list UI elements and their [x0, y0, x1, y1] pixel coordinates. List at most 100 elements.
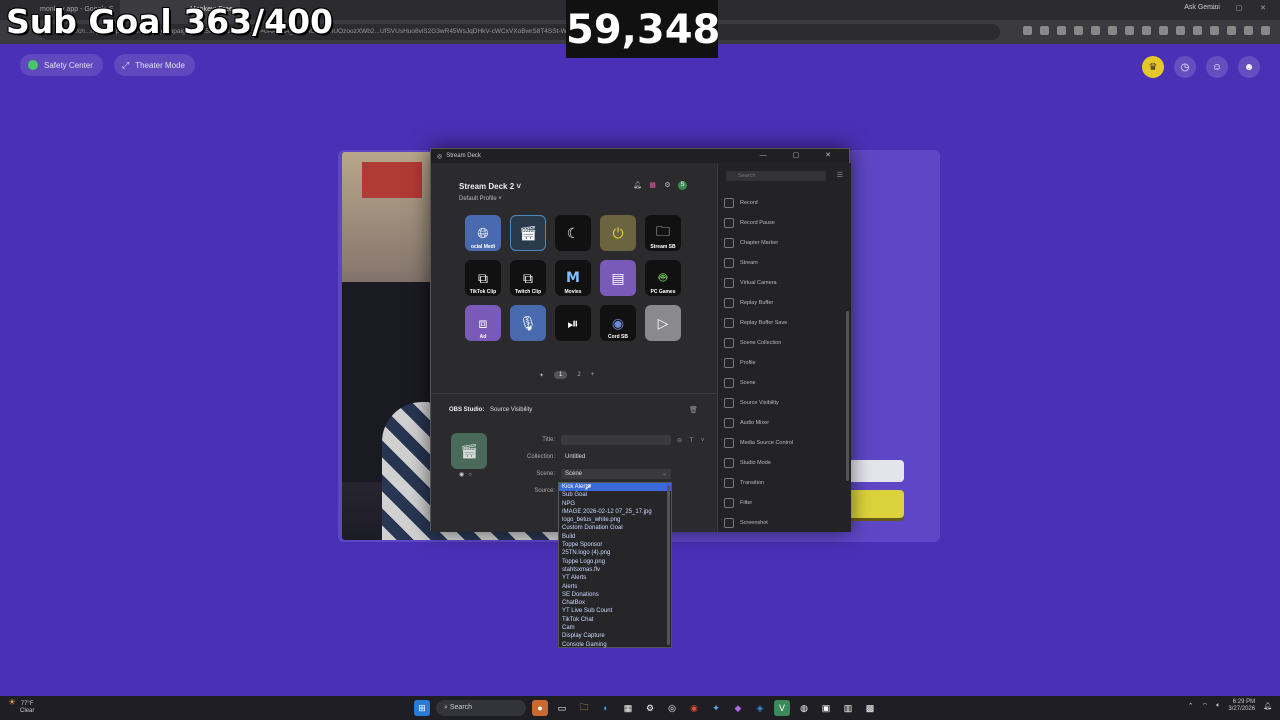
key-cord-sb[interactable]: ◉ Cord SB [600, 305, 636, 341]
dropdown-option[interactable]: Cam [559, 624, 671, 632]
edge-icon[interactable]: ◐ [598, 700, 614, 716]
title-input[interactable] [561, 435, 671, 445]
taskbar-search[interactable]: ⌕ Search [436, 700, 526, 716]
key-mic[interactable]: 🎙︎ [510, 305, 546, 341]
network-icon[interactable]: ⌔ [1202, 702, 1209, 711]
dropdown-option[interactable]: YT Alerts [559, 574, 671, 582]
theater-mode-button[interactable]: ⤢ Theater Mode [114, 54, 196, 76]
extension-icon[interactable] [1176, 26, 1185, 35]
key-pc-games[interactable]: 🤖︎ PC Games [645, 260, 681, 296]
chat-icon[interactable]: ☺ [1206, 56, 1228, 78]
dropdown-option[interactable]: ChatBox [559, 599, 671, 607]
key-film-add[interactable]: ▤ [600, 260, 636, 296]
dropdown-option-selected[interactable]: Kick Alerts [559, 483, 671, 492]
state-toggle[interactable]: ◉○ [459, 471, 476, 478]
key-next[interactable]: ▷ [645, 305, 681, 341]
dropdown-option[interactable]: Toppe Sponsor [559, 541, 671, 549]
action-item-scene[interactable]: Scene [724, 373, 844, 393]
dropdown-option[interactable]: YT Live Sub Count [559, 607, 671, 615]
action-item-source-visibility[interactable]: Source Visibility [724, 393, 844, 413]
app-icon[interactable]: ▥ [840, 700, 856, 716]
dropdown-option[interactable]: Console Gaming [559, 641, 671, 649]
app-icon[interactable]: ▣ [818, 700, 834, 716]
dropdown-option[interactable]: Sub Goal [559, 491, 671, 499]
key-stream-sb[interactable]: 🗀 Stream SB [645, 215, 681, 251]
action-item-replay-buffer[interactable]: Replay Buffer [724, 293, 844, 313]
notification-icon[interactable]: 🔔︎ [1263, 702, 1272, 710]
pin-icon[interactable]: ✦ [539, 372, 544, 379]
dropdown-option[interactable]: stahtsxmas.flv [559, 566, 671, 574]
bell-icon[interactable]: 🔔︎ [633, 181, 642, 190]
key-twitch-clip[interactable]: ⧉ Twitch Clip [510, 260, 546, 296]
action-item-media-source-control[interactable]: Media Source Control [724, 433, 844, 453]
action-item-replay-buffer-save[interactable]: Replay Buffer Save [724, 313, 844, 333]
clock[interactable]: 6:29 PM 3/27/2026 [1228, 699, 1255, 713]
volume-icon[interactable]: 🔈︎ [1216, 702, 1220, 710]
dropdown-option[interactable]: Toppe Logo.png [559, 558, 671, 566]
extension-icon[interactable] [1227, 26, 1236, 35]
key-tiktok-clip[interactable]: ⧉ TikTok Clip [465, 260, 501, 296]
action-item-chapter-marker[interactable]: Chapter Marker [724, 233, 844, 253]
app-icon[interactable]: ● [532, 700, 548, 716]
chevron-up-icon[interactable]: ⌃ [1188, 702, 1194, 710]
windows-start-icon[interactable]: ⊞ [414, 700, 430, 716]
app-icon[interactable]: V [774, 700, 790, 716]
obs-icon[interactable]: ◍ [796, 700, 812, 716]
action-item-transition[interactable]: Transition [724, 473, 844, 493]
dropdown-option[interactable]: Custom Donation Goal [559, 524, 671, 532]
key-movies[interactable]: M Movies [555, 260, 591, 296]
action-item-screenshot[interactable]: Screenshot [724, 513, 844, 533]
action-item-record[interactable]: Record [724, 193, 844, 213]
account-avatar[interactable]: S [678, 181, 687, 190]
action-item-profile[interactable]: Profile [724, 353, 844, 373]
avatar[interactable]: ☻ [1238, 56, 1260, 78]
dropdown-option[interactable]: SE Donations [559, 591, 671, 599]
page-2[interactable]: 2 [577, 372, 580, 378]
extension-icon[interactable] [1040, 26, 1049, 35]
dropdown-option[interactable]: NPG [559, 500, 671, 508]
extension-icon[interactable] [1193, 26, 1202, 35]
action-item-stream[interactable]: Stream [724, 253, 844, 273]
action-item-virtual-camera[interactable]: Virtual Camera [724, 273, 844, 293]
stream-deck-taskbar-icon[interactable]: ▩ [862, 700, 878, 716]
action-item-audio-mixer[interactable]: Audio Mixer [724, 413, 844, 433]
gear-icon[interactable]: ⚙ [663, 181, 672, 190]
app-icon[interactable]: ◈ [752, 700, 768, 716]
trash-icon[interactable]: 🗑︎ [689, 406, 698, 414]
extension-icon[interactable] [1142, 26, 1151, 35]
app-icon[interactable]: ◆ [730, 700, 746, 716]
device-selector[interactable]: Stream Deck 2 ˅ [459, 182, 521, 191]
action-item-scene-collection[interactable]: Scene Collection [724, 333, 844, 353]
key-ad[interactable]: ⧈ Ad [465, 305, 501, 341]
title-format-controls[interactable]: ⊖ T ˅ [677, 437, 707, 444]
window-controls[interactable]: — ▢ ✕ [1211, 4, 1274, 12]
extension-icon[interactable] [1261, 26, 1270, 35]
task-view-icon[interactable]: ▭ [554, 700, 570, 716]
key-moon-refresh[interactable]: ☾ [555, 215, 591, 251]
dropdown-option[interactable]: IMAGE 2026-02-12 07_25_17.jpg [559, 508, 671, 516]
action-item-filter[interactable]: Filter [724, 493, 844, 513]
dropdown-option[interactable]: 25TN.logo (4).png [559, 549, 671, 557]
settings-icon[interactable]: ⚙ [642, 700, 658, 716]
key-power-screen[interactable]: ⏻ [600, 215, 636, 251]
action-item-studio-mode[interactable]: Studio Mode [724, 453, 844, 473]
crown-icon[interactable]: ♛ [1142, 56, 1164, 78]
key-social-media[interactable]: 🌐︎ ocial Medi [465, 215, 501, 251]
action-item-record-pause[interactable]: Record Pause [724, 213, 844, 233]
key-play-pause[interactable]: ⏯ [555, 305, 591, 341]
dropdown-option[interactable]: logo_betus_white.png [559, 516, 671, 524]
actions-search-input[interactable]: Search [726, 171, 826, 181]
chrome-icon[interactable]: ◉ [686, 700, 702, 716]
profile-selector[interactable]: Default Profile ˅ [459, 196, 502, 202]
dropdown-option[interactable]: Build [559, 533, 671, 541]
extension-icon[interactable] [1057, 26, 1066, 35]
extension-icon[interactable] [1074, 26, 1083, 35]
extension-icon[interactable] [1091, 26, 1100, 35]
page-1[interactable]: 1 [554, 371, 568, 379]
steam-icon[interactable]: ◎ [664, 700, 680, 716]
list-view-icon[interactable]: ☰ [837, 171, 843, 179]
safety-center-button[interactable]: Safety Center [20, 54, 103, 76]
key-clapper[interactable]: 🎬︎ [510, 215, 546, 251]
extension-icon[interactable] [1125, 26, 1134, 35]
weather-widget[interactable]: ☀ 77°F Clear [8, 698, 34, 715]
